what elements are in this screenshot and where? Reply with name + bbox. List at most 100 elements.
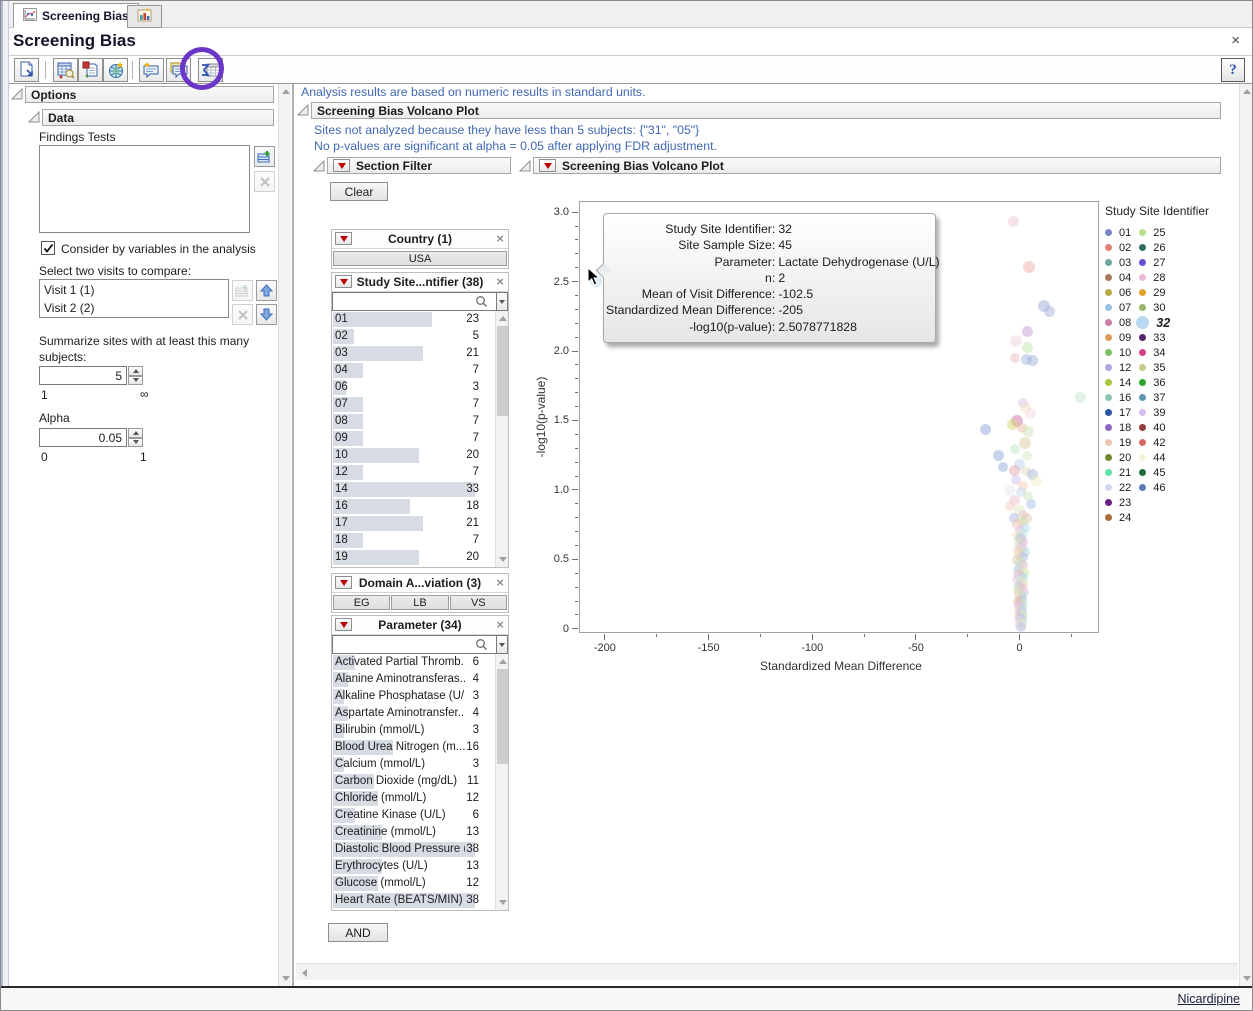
- legend-item-37[interactable]: 37: [1139, 390, 1170, 405]
- legend-item-46[interactable]: 46: [1139, 480, 1170, 495]
- legend-item-18[interactable]: 18: [1105, 420, 1131, 435]
- visit-row[interactable]: Visit 1 (1): [44, 281, 224, 299]
- help-button[interactable]: ?: [1221, 58, 1245, 82]
- data-point[interactable]: [993, 450, 1004, 461]
- parameter-row[interactable]: Calcium (mmol/L)3: [332, 756, 495, 773]
- data-point[interactable]: [1010, 444, 1020, 454]
- legend-item-28[interactable]: 28: [1139, 270, 1170, 285]
- site-row[interactable]: 0321: [332, 345, 495, 362]
- parameter-row[interactable]: Creatine Kinase (U/L)6: [332, 807, 495, 824]
- legend-item-19[interactable]: 19: [1105, 435, 1131, 450]
- vertical-scrollbar[interactable]: [1239, 84, 1252, 986]
- tab-screening-bias[interactable]: Screening Bias: [13, 3, 139, 28]
- parameter-row[interactable]: Aspartate Aminotransfer...4: [332, 705, 495, 722]
- data-point[interactable]: [1008, 216, 1019, 227]
- legend-item-35[interactable]: 35: [1139, 360, 1170, 375]
- clear-button[interactable]: Clear: [330, 182, 388, 201]
- param-search-dropdown-icon[interactable]: [496, 635, 508, 654]
- data-point[interactable]: [1016, 622, 1026, 632]
- legend-item-01[interactable]: 01: [1105, 225, 1131, 240]
- data-point[interactable]: [1022, 326, 1033, 337]
- parameter-row[interactable]: Blood Urea Nitrogen (m...16: [332, 739, 495, 756]
- legend-item-16[interactable]: 16: [1105, 390, 1131, 405]
- legend-item-44[interactable]: 44: [1139, 450, 1170, 465]
- data-point[interactable]: [1027, 355, 1038, 366]
- visit-row[interactable]: Visit 2 (2): [44, 299, 224, 317]
- data-table-search-icon[interactable]: [53, 58, 78, 82]
- domain-close-icon[interactable]: ×: [496, 575, 504, 590]
- parameter-row[interactable]: Alanine Aminotransferas...4: [332, 671, 495, 688]
- findings-tests-listbox[interactable]: [39, 145, 250, 233]
- section-filter-header[interactable]: Section Filter: [327, 157, 511, 174]
- section-filter-disclosure-icon[interactable]: [313, 160, 325, 172]
- legend-item-29[interactable]: 29: [1139, 285, 1170, 300]
- remove-test-button[interactable]: [254, 171, 275, 192]
- legend-item-25[interactable]: 25: [1139, 225, 1170, 240]
- alpha-stepper[interactable]: [128, 428, 143, 447]
- options-disclosure-icon[interactable]: [11, 88, 23, 100]
- legend-item-27[interactable]: 27: [1139, 255, 1170, 270]
- legend-item-23[interactable]: 23: [1105, 495, 1131, 510]
- parameter-row[interactable]: Chloride (mmol/L)12: [332, 790, 495, 807]
- legend-item-22[interactable]: 22: [1105, 480, 1131, 495]
- legend-item-06[interactable]: 06: [1105, 285, 1131, 300]
- legend-item-04[interactable]: 04: [1105, 270, 1131, 285]
- legend-item-07[interactable]: 07: [1105, 300, 1131, 315]
- site-search-dropdown-icon[interactable]: [496, 292, 508, 311]
- legend-item-39[interactable]: 39: [1139, 405, 1170, 420]
- legend-item-20[interactable]: 20: [1105, 450, 1131, 465]
- alpha-input[interactable]: 0.05: [39, 428, 127, 447]
- site-row[interactable]: 1618: [332, 498, 495, 515]
- site-row[interactable]: 025: [332, 328, 495, 345]
- panel-splitter[interactable]: [292, 84, 294, 986]
- volcano-disclosure-icon[interactable]: [297, 104, 309, 116]
- legend-item-24[interactable]: 24: [1105, 510, 1131, 525]
- param-search-input[interactable]: [332, 635, 496, 654]
- legend-item-33[interactable]: 33: [1139, 330, 1170, 345]
- horizontal-scrollbar[interactable]: [296, 963, 1238, 980]
- add-visit-button[interactable]: [232, 280, 253, 301]
- parameter-menu-icon[interactable]: [335, 618, 352, 631]
- site-row[interactable]: 1433: [332, 481, 495, 498]
- site-row[interactable]: 1020: [332, 447, 495, 464]
- country-item-usa[interactable]: USA: [333, 251, 507, 266]
- site-row[interactable]: 127: [332, 464, 495, 481]
- data-point[interactable]: [1023, 426, 1034, 437]
- site-filter-header[interactable]: Study Site...ntifier (38) ×: [332, 273, 508, 292]
- parameter-row[interactable]: Glucose (mmol/L)12: [332, 875, 495, 892]
- legend-item-32[interactable]: 32: [1139, 315, 1170, 330]
- web-report-icon[interactable]: [103, 58, 128, 82]
- site-list-scrollbar[interactable]: [495, 311, 508, 567]
- parameter-row[interactable]: Erythrocytes (U/L)13: [332, 858, 495, 875]
- legend-item-21[interactable]: 21: [1105, 465, 1131, 480]
- country-close-icon[interactable]: ×: [496, 231, 504, 246]
- data-point[interactable]: [1022, 342, 1033, 353]
- visits-listbox[interactable]: Visit 1 (1)Visit 2 (2): [39, 279, 229, 318]
- parameter-row[interactable]: Creatinine (mmol/L)13: [332, 824, 495, 841]
- new-note-icon[interactable]: [139, 58, 164, 82]
- legend-item-02[interactable]: 02: [1105, 240, 1131, 255]
- journal-icon[interactable]: [78, 58, 103, 82]
- data-point[interactable]: [1044, 306, 1055, 317]
- volcano-sub-disclosure-icon[interactable]: [519, 160, 531, 172]
- volcano-subheader[interactable]: Screening Bias Volcano Plot: [533, 157, 1221, 174]
- dataset-link[interactable]: Nicardipine: [1177, 992, 1240, 1006]
- consider-checkbox[interactable]: [41, 241, 55, 255]
- domain-item-eg[interactable]: EG: [333, 595, 390, 610]
- data-point[interactable]: [1004, 485, 1015, 496]
- legend-item-45[interactable]: 45: [1139, 465, 1170, 480]
- legend-item-10[interactable]: 10: [1105, 345, 1131, 360]
- data-point[interactable]: [1010, 353, 1020, 363]
- legend-item-09[interactable]: 09: [1105, 330, 1131, 345]
- legend-item-12[interactable]: 12: [1105, 360, 1131, 375]
- legend-item-36[interactable]: 36: [1139, 375, 1170, 390]
- section-filter-menu-icon[interactable]: [333, 159, 350, 172]
- site-row[interactable]: 087: [332, 413, 495, 430]
- and-button[interactable]: AND: [328, 923, 388, 942]
- report-icon[interactable]: [14, 58, 39, 82]
- volcano-outline-header[interactable]: Screening Bias Volcano Plot: [311, 102, 1221, 119]
- domain-menu-icon[interactable]: [335, 576, 352, 589]
- site-row[interactable]: 097: [332, 430, 495, 447]
- data-point[interactable]: [1026, 499, 1036, 509]
- parameter-filter-header[interactable]: Parameter (34) ×: [332, 616, 508, 635]
